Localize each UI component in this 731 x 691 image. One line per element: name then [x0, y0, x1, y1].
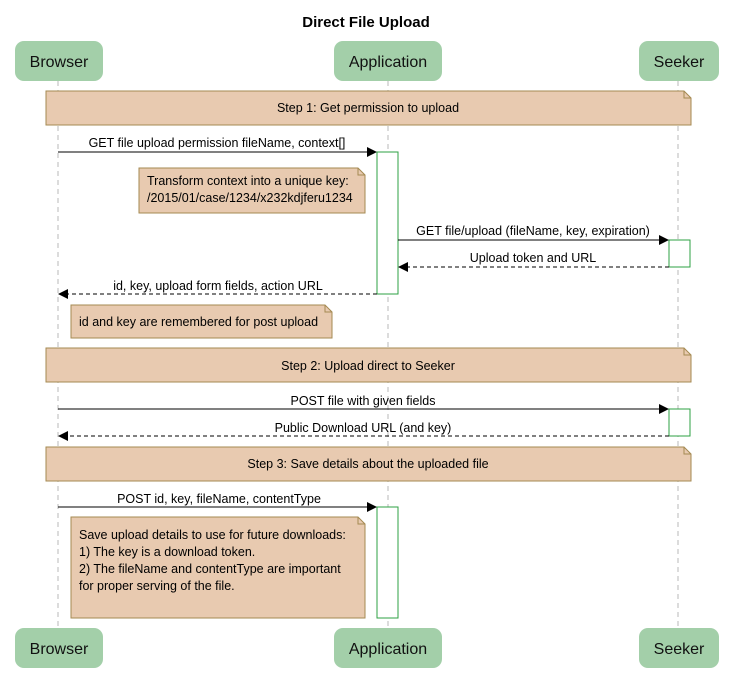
activation-seeker-1: [668, 239, 691, 268]
step-1-note: Step 1: Get permission to upload: [45, 90, 692, 126]
step-3-note: Step 3: Save details about the uploaded …: [45, 446, 692, 482]
participant-seeker-bottom: Seeker: [639, 628, 719, 668]
participant-browser-top: Browser: [15, 41, 103, 81]
svg-text:GET file upload permission fil: GET file upload permission fileName, con…: [89, 136, 346, 150]
diagram-title: Direct File Upload: [302, 14, 430, 31]
svg-text:for proper serving of the file: for proper serving of the file.: [79, 579, 235, 593]
message-post-file: POST file with given fields: [58, 394, 669, 414]
svg-text:1) The key is a download token: 1) The key is a download token.: [79, 545, 255, 559]
participant-application-bottom: Application: [334, 628, 442, 668]
svg-text:Save upload details to use for: Save upload details to use for future do…: [79, 528, 346, 542]
note-transform-context: Transform context into a unique key: /20…: [138, 167, 366, 214]
svg-text:/2015/01/case/1234/x232kdjferu: /2015/01/case/1234/x232kdjferu1234: [147, 191, 353, 205]
activation-application-1: [376, 151, 399, 295]
step-2-note: Step 2: Upload direct to Seeker: [45, 347, 692, 383]
svg-text:id and key are remembered for: id and key are remembered for post uploa…: [79, 315, 318, 329]
note-remember: id and key are remembered for post uploa…: [70, 304, 333, 339]
svg-text:Seeker: Seeker: [654, 641, 705, 658]
svg-text:GET file/upload (fileName, key: GET file/upload (fileName, key, expirati…: [416, 224, 650, 238]
svg-text:id, key, upload form fields, a: id, key, upload form fields, action URL: [113, 279, 323, 293]
message-form-fields: id, key, upload form fields, action URL: [58, 279, 377, 299]
svg-text:POST file with given fields: POST file with given fields: [291, 394, 436, 408]
message-public-url: Public Download URL (and key): [58, 421, 669, 441]
message-post-details: POST id, key, fileName, contentType: [58, 492, 377, 512]
svg-text:Application: Application: [349, 641, 427, 658]
svg-text:Public Download URL (and key): Public Download URL (and key): [275, 421, 452, 435]
activation-application-2: [376, 506, 399, 619]
participant-seeker-top: Seeker: [639, 41, 719, 81]
participant-browser-bottom: Browser: [15, 628, 103, 668]
svg-text:Upload token and URL: Upload token and URL: [470, 251, 597, 265]
svg-text:2) The fileName and contentTyp: 2) The fileName and contentType are impo…: [79, 562, 341, 576]
svg-text:Browser: Browser: [30, 641, 89, 658]
svg-text:Step 2: Upload direct to Seeke: Step 2: Upload direct to Seeker: [281, 359, 455, 373]
svg-text:POST id, key, fileName, conten: POST id, key, fileName, contentType: [117, 492, 321, 506]
message-get-permission: GET file upload permission fileName, con…: [58, 136, 377, 157]
sequence-diagram: Direct File Upload Browser Application S…: [0, 0, 731, 691]
svg-text:Seeker: Seeker: [654, 54, 705, 71]
message-upload-token: Upload token and URL: [398, 251, 669, 272]
message-get-file-upload: GET file/upload (fileName, key, expirati…: [398, 224, 669, 245]
svg-text:Browser: Browser: [30, 54, 89, 71]
svg-text:Transform context into a uniqu: Transform context into a unique key:: [147, 174, 349, 188]
svg-text:Application: Application: [349, 54, 427, 71]
svg-text:Step 1: Get permission to uplo: Step 1: Get permission to upload: [277, 101, 459, 115]
activation-seeker-2: [668, 408, 691, 437]
note-save-details: Save upload details to use for future do…: [70, 516, 366, 619]
svg-text:Step 3: Save details about the: Step 3: Save details about the uploaded …: [247, 457, 488, 471]
participant-application-top: Application: [334, 41, 442, 81]
